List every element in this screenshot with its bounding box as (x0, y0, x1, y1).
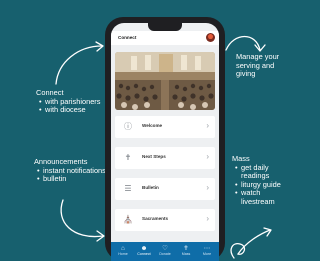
cross-icon: ✝ (183, 245, 189, 252)
manage-callout: Manage your serving and giving (236, 52, 286, 79)
connect-arrow-icon (55, 41, 104, 85)
church-interior-image (115, 52, 215, 110)
phone-mockup: Connect ⓘ Welcome › ✝ Next Steps › ☰ Bul… (105, 17, 225, 261)
announcements-callout: Announcements instant notifications bull… (34, 157, 114, 184)
list-icon: ☰ (124, 184, 132, 193)
menu-item-label: Next Steps (142, 154, 166, 159)
menu-item-label: Welcome (142, 123, 163, 128)
bottom-tab-bar: ⌂ Home ☻ Connect ♡ Donate ✝ Mass ⋯ More (111, 242, 219, 261)
connect-callout: Connect with parishioners with diocese (36, 88, 108, 115)
manage-text: Manage your serving and giving (236, 52, 280, 79)
tab-label: Home (118, 252, 128, 256)
tab-connect[interactable]: ☻ Connect (134, 245, 154, 257)
menu-item-label: Sacraments (142, 216, 169, 221)
more-icon: ⋯ (203, 245, 211, 252)
mass-callout: Mass get daily readings liturgy guide wa… (232, 154, 286, 207)
announcements-arrow-icon (60, 199, 105, 242)
church-icon: ⛪ (123, 215, 133, 224)
tab-donate[interactable]: ♡ Donate (155, 245, 175, 257)
menu-item-bulletin[interactable]: ☰ Bulletin › (115, 178, 215, 200)
menu-item-next-steps[interactable]: ✝ Next Steps › (115, 147, 215, 169)
menu-item-welcome[interactable]: ⓘ Welcome › (115, 116, 215, 138)
chevron-right-icon: › (206, 183, 209, 192)
chevron-right-icon: › (206, 152, 209, 161)
home-icon: ⌂ (121, 245, 125, 252)
mass-item: get daily readings (235, 163, 286, 181)
info-icon: ⓘ (124, 122, 132, 131)
announcements-item: bulletin (37, 175, 114, 184)
tab-label: Mass (181, 252, 191, 256)
page-title: Connect (118, 35, 137, 40)
tab-label: More (202, 252, 212, 256)
chevron-right-icon: › (206, 121, 209, 130)
signpost-icon: ✝ (124, 153, 132, 162)
tab-label: Connect (137, 252, 151, 256)
tab-more[interactable]: ⋯ More (197, 245, 217, 257)
chevron-right-icon: › (206, 214, 209, 223)
menu-item-label: Bulletin (142, 185, 159, 190)
app-header: Connect (111, 31, 219, 45)
tab-mass[interactable]: ✝ Mass (176, 245, 196, 257)
avatar[interactable] (206, 33, 215, 42)
tab-home[interactable]: ⌂ Home (113, 245, 133, 257)
people-icon: ☻ (140, 245, 148, 252)
mass-item: watch livestream (235, 189, 286, 206)
phone-screen: Connect ⓘ Welcome › ✝ Next Steps › ☰ Bul… (111, 23, 219, 261)
church-photo (115, 52, 215, 110)
manage-arrow-icon (225, 35, 266, 52)
connect-item: with diocese (39, 106, 108, 115)
phone-notch (148, 23, 182, 31)
donate-icon: ♡ (162, 245, 168, 252)
menu-item-sacraments[interactable]: ⛪ Sacraments › (115, 209, 215, 231)
mass-arrow-icon (230, 227, 272, 259)
tab-label: Donate (159, 252, 171, 256)
